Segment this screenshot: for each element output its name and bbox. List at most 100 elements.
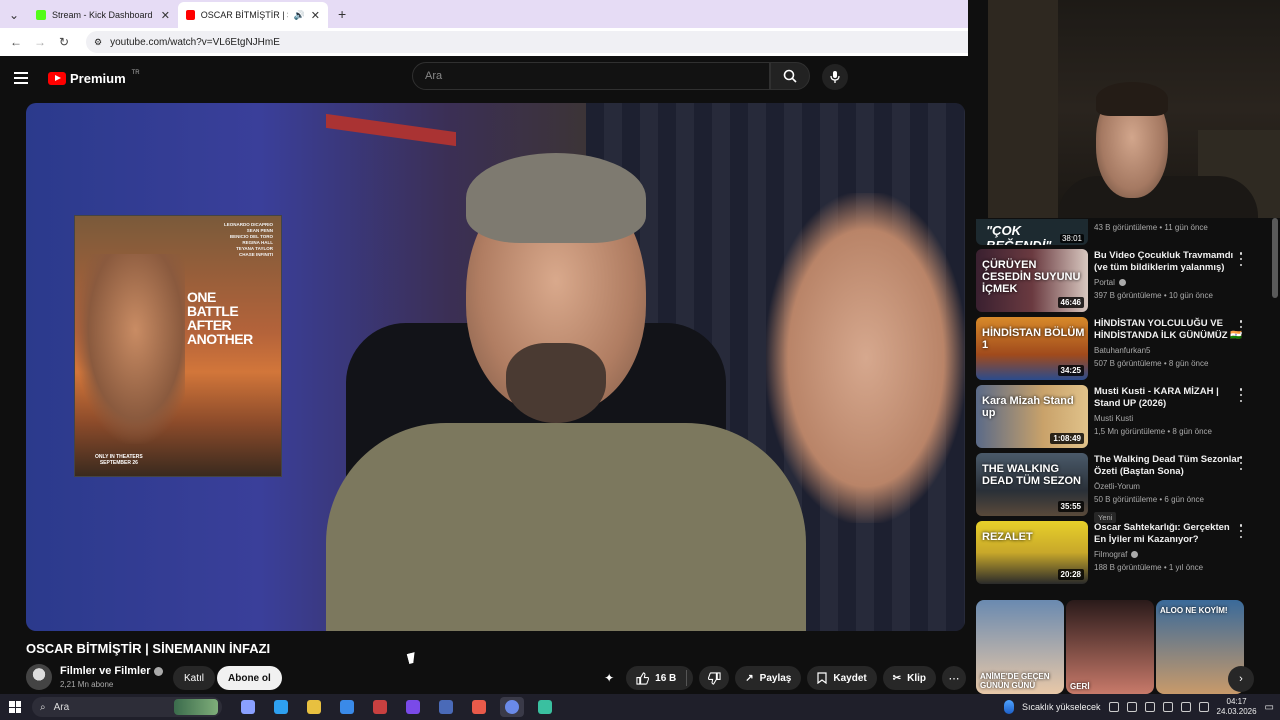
taskbar-app-icon[interactable]: [434, 697, 458, 717]
battery-icon[interactable]: [1198, 702, 1209, 712]
share-button[interactable]: ↗ Paylaş: [735, 666, 802, 690]
region-code: TR: [131, 70, 140, 76]
video-meta: 50 B görüntüleme • 6 gün önce: [1094, 495, 1204, 504]
more-options-icon[interactable]: [1238, 388, 1244, 402]
video-title[interactable]: Musti Kusti - KARA MİZAH | Stand UP (202…: [1094, 386, 1244, 410]
like-button[interactable]: 16 B: [626, 666, 694, 690]
ask-ai-icon[interactable]: ✦: [598, 666, 620, 690]
video-thumbnail[interactable]: "ÇOK BEĞENDİ" 38:01: [976, 219, 1088, 245]
video-title[interactable]: Bu Video Çocukluk Travmamdı (ve tüm bild…: [1094, 250, 1244, 274]
recommendation-item[interactable]: HİNDİSTAN BÖLÜM 1 34:25 HİNDİSTAN YOLCUL…: [976, 317, 1272, 385]
short-thumbnail[interactable]: ANİME'DE GEÇEN GÜNÜN GÜNÜ: [976, 600, 1064, 694]
chevron-right-icon[interactable]: ›: [1228, 666, 1254, 692]
short-caption: GERİ: [1070, 682, 1090, 691]
network-icon[interactable]: [1162, 702, 1173, 712]
search-icon: ⌕: [40, 701, 46, 713]
url-field[interactable]: ⚙ youtube.com/watch?v=VL6EtgNJHmE: [86, 31, 980, 53]
video-thumbnail[interactable]: Kara Mizah Stand up 1:08:49: [976, 385, 1088, 448]
new-tab-button[interactable]: +: [338, 6, 346, 22]
youtube-logo[interactable]: Premium TR: [48, 70, 140, 86]
channel-name[interactable]: Filmler ve Filmler: [60, 665, 164, 677]
taskbar-apps: [236, 697, 557, 717]
taskbar-app-icon[interactable]: [401, 697, 425, 717]
tab-youtube-video[interactable]: OSCAR BİTMİŞTİR | SİNEMA 🔊 ✕: [178, 2, 328, 28]
recommendation-item[interactable]: REZALET 20:28 Oscar Sahtekarlığı: Gerçek…: [976, 521, 1272, 589]
join-button[interactable]: Katıl: [173, 666, 216, 690]
windows-logo-icon: [9, 701, 21, 713]
video-meta: 1,5 Mn görüntüleme • 8 gün önce: [1094, 427, 1212, 436]
taskbar-app-icon[interactable]: [467, 697, 491, 717]
logo-text: Premium: [70, 70, 126, 86]
tab-list-button[interactable]: ⌄: [6, 7, 22, 23]
recommendation-item[interactable]: Kara Mizah Stand up 1:08:49 Musti Kusti …: [976, 385, 1272, 453]
url-text: youtube.com/watch?v=VL6EtgNJHmE: [110, 36, 280, 48]
video-meta: 507 B görüntüleme • 8 gün önce: [1094, 359, 1209, 368]
more-actions-button[interactable]: ⋯: [942, 666, 966, 690]
voice-search-button[interactable]: [822, 64, 848, 90]
duration-badge: 34:25: [1057, 365, 1084, 376]
video-thumbnail[interactable]: THE WALKING DEAD TÜM SEZON 35:55: [976, 453, 1088, 516]
video-thumbnail[interactable]: ÇÜRÜYEN CESEDİN SUYUNU İÇMEK 46:46: [976, 249, 1088, 312]
taskbar-app-icon[interactable]: [368, 697, 392, 717]
channel-name[interactable]: Filmograf: [1094, 550, 1139, 559]
volume-icon[interactable]: [1180, 702, 1191, 712]
video-thumbnail[interactable]: HİNDİSTAN BÖLÜM 1 34:25: [976, 317, 1088, 380]
tab-kick-dashboard[interactable]: Stream - Kick Dashboard ✕: [28, 2, 178, 28]
taskbar-app-icon[interactable]: [335, 697, 359, 717]
overflow-icon[interactable]: [1108, 702, 1119, 712]
kick-favicon-icon: [36, 10, 46, 20]
video-title[interactable]: The Walking Dead Tüm Sezonlar Özeti (Baş…: [1094, 454, 1244, 478]
channel-avatar[interactable]: [26, 664, 52, 690]
menu-icon[interactable]: [14, 69, 38, 87]
taskbar-app-icon[interactable]: [269, 697, 293, 717]
webcam-overlay: [988, 0, 1280, 218]
more-options-icon[interactable]: [1238, 456, 1244, 470]
back-icon[interactable]: ←: [8, 34, 24, 50]
channel-name[interactable]: Musti Kusti: [1094, 414, 1133, 423]
site-info-icon[interactable]: ⚙: [94, 37, 102, 48]
notification-icon[interactable]: ▭: [1265, 702, 1274, 713]
duration-badge: 35:55: [1057, 501, 1084, 512]
clock[interactable]: 04:17 24.03.2026: [1217, 697, 1257, 717]
duration-badge: 1:08:49: [1050, 433, 1084, 444]
thumbs-up-icon: [636, 671, 650, 685]
taskbar-app-icon[interactable]: [500, 697, 524, 717]
close-icon[interactable]: ✕: [161, 9, 170, 22]
video-actions: ✦ 16 B ↗ Paylaş Kaydet ✂ Klip ⋯: [598, 666, 966, 690]
forward-icon[interactable]: →: [32, 34, 48, 50]
app-tray-icon[interactable]: [1144, 702, 1155, 712]
scrollbar-thumb[interactable]: [1272, 218, 1278, 298]
subscribe-button[interactable]: Abone ol: [217, 666, 282, 690]
taskbar-app-icon[interactable]: [533, 697, 557, 717]
search-input[interactable]: Ara: [412, 62, 770, 90]
more-options-icon[interactable]: [1238, 524, 1244, 538]
short-caption: ANİME'DE GEÇEN GÜNÜN GÜNÜ: [980, 672, 1050, 690]
recommendation-item-partial[interactable]: "ÇOK BEĞENDİ" 38:01 43 B görüntüleme • 1…: [976, 219, 1272, 249]
search-button[interactable]: [770, 62, 810, 90]
start-button[interactable]: [0, 701, 30, 713]
clip-button[interactable]: ✂ Klip: [882, 666, 936, 690]
taskbar-app-icon[interactable]: [302, 697, 326, 717]
more-options-icon[interactable]: [1238, 252, 1244, 266]
short-thumbnail[interactable]: GERİ: [1066, 600, 1154, 694]
app-tray-icon[interactable]: [1126, 702, 1137, 712]
taskbar-search[interactable]: ⌕ Ara: [32, 697, 222, 717]
more-options-icon[interactable]: [1238, 320, 1244, 334]
channel-name[interactable]: Batuhanfurkan5: [1094, 346, 1151, 355]
video-player[interactable]: LEONARDO DICAPRIO SEAN PENN BENICIO DEL …: [26, 103, 965, 631]
video-title[interactable]: HİNDİSTAN YOLCULUĞU VE HİNDİSTANDA İLK G…: [1094, 318, 1244, 342]
thumbnail-text: Kara Mizah Stand up: [982, 395, 1074, 419]
speaker-icon[interactable]: 🔊: [294, 10, 305, 21]
save-button[interactable]: Kaydet: [807, 666, 877, 690]
channel-name[interactable]: Özetli-Yorum: [1094, 482, 1140, 491]
close-icon[interactable]: ✕: [311, 9, 320, 22]
video-thumbnail[interactable]: REZALET 20:28: [976, 521, 1088, 584]
recommendation-item[interactable]: THE WALKING DEAD TÜM SEZON 35:55 The Wal…: [976, 453, 1272, 523]
video-title[interactable]: Oscar Sahtekarlığı: Gerçekten En İyiler …: [1094, 522, 1244, 546]
weather-text[interactable]: Sıcaklık yükselecek: [1022, 702, 1101, 712]
channel-name[interactable]: Portal: [1094, 278, 1126, 287]
reload-icon[interactable]: ↻: [56, 34, 72, 50]
recommendation-item[interactable]: ÇÜRÜYEN CESEDİN SUYUNU İÇMEK 46:46 Bu Vi…: [976, 249, 1272, 317]
dislike-button[interactable]: [699, 666, 730, 690]
taskbar-app-icon[interactable]: [236, 697, 260, 717]
